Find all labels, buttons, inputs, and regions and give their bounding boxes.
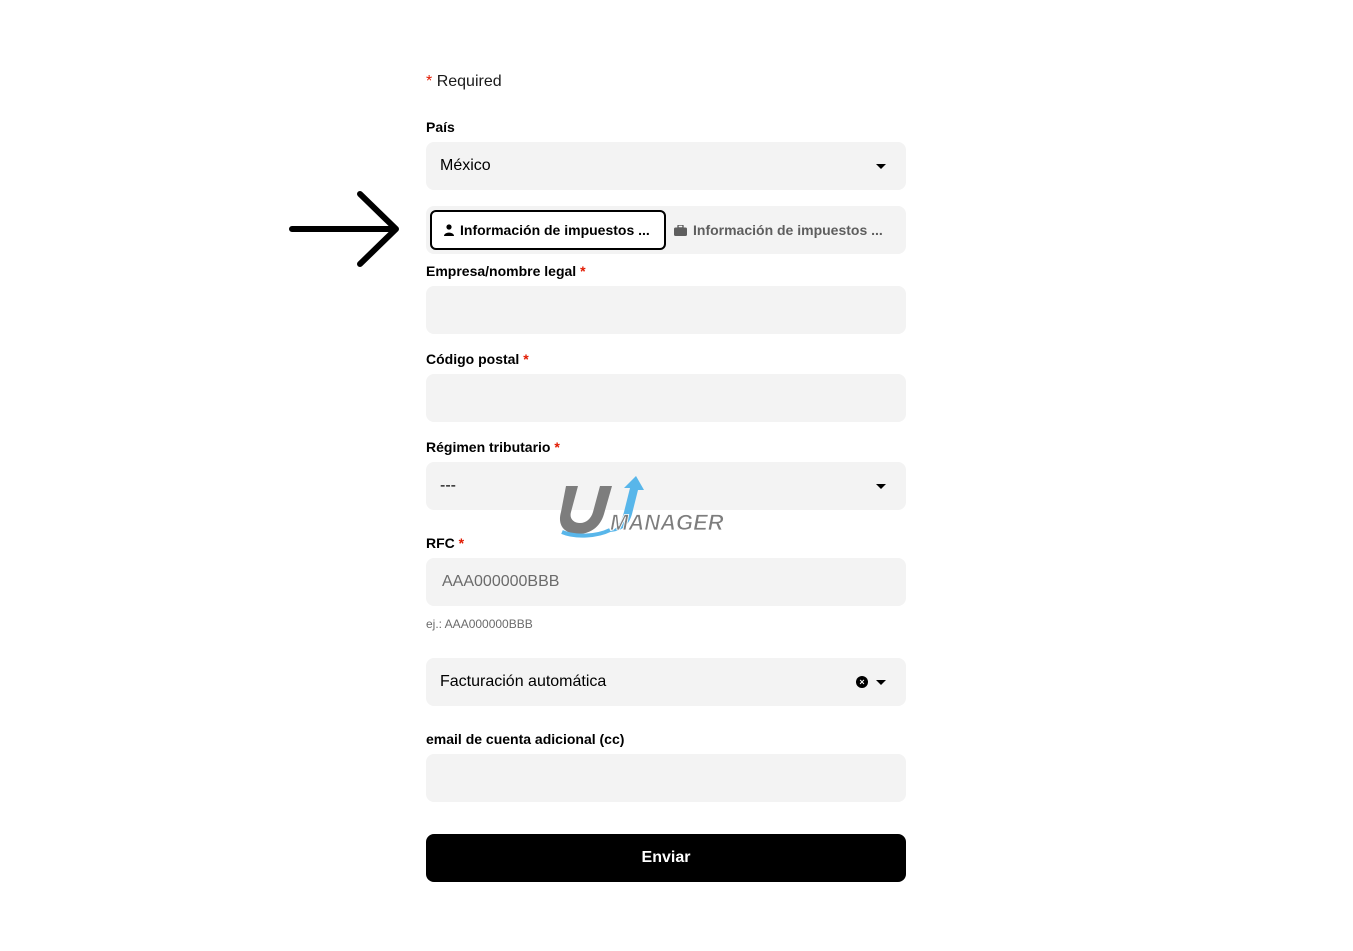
chevron-down-icon — [876, 483, 886, 489]
tax-info-tabs: Información de impuestos ... Información… — [426, 206, 906, 254]
email-cc-label: email de cuenta adicional (cc) — [426, 731, 625, 747]
required-note-text: Required — [436, 73, 502, 90]
tab-tax-info-individual[interactable]: Información de impuestos ... — [430, 210, 666, 250]
clear-icon[interactable]: × — [856, 676, 868, 688]
regimen-label: Régimen tributario * — [426, 439, 560, 455]
pais-select[interactable]: México — [426, 142, 906, 190]
briefcase-icon — [674, 224, 687, 236]
pais-label: País — [426, 119, 455, 135]
rfc-hint: ej.: AAA000000BBB — [426, 617, 533, 631]
pais-value: México — [440, 157, 491, 174]
watermark-text: MANAGER — [610, 510, 724, 535]
facturacion-value: Facturación automática — [440, 673, 607, 690]
required-note: * Required — [426, 73, 502, 90]
tab-label: Información de impuestos ... — [693, 222, 883, 238]
annotation-arrow-icon — [288, 190, 404, 273]
codigo-postal-label: Código postal * — [426, 351, 529, 367]
rfc-placeholder: AAA000000BBB — [442, 573, 560, 590]
tab-tax-info-business[interactable]: Información de impuestos ... — [666, 210, 902, 250]
person-icon — [444, 224, 454, 236]
email-cc-input[interactable] — [426, 754, 906, 802]
rfc-input[interactable]: AAA000000BBB — [426, 558, 906, 606]
chevron-down-icon — [876, 679, 886, 685]
empresa-label: Empresa/nombre legal * — [426, 263, 586, 279]
rfc-label: RFC * — [426, 535, 465, 551]
empresa-input[interactable] — [426, 286, 906, 334]
codigo-postal-input[interactable] — [426, 374, 906, 422]
tab-label: Información de impuestos ... — [460, 222, 650, 238]
facturacion-select[interactable]: Facturación automática × — [426, 658, 906, 706]
u-manager-logo: MANAGER — [558, 472, 753, 543]
submit-button[interactable]: Enviar — [426, 834, 906, 882]
chevron-down-icon — [876, 163, 886, 169]
